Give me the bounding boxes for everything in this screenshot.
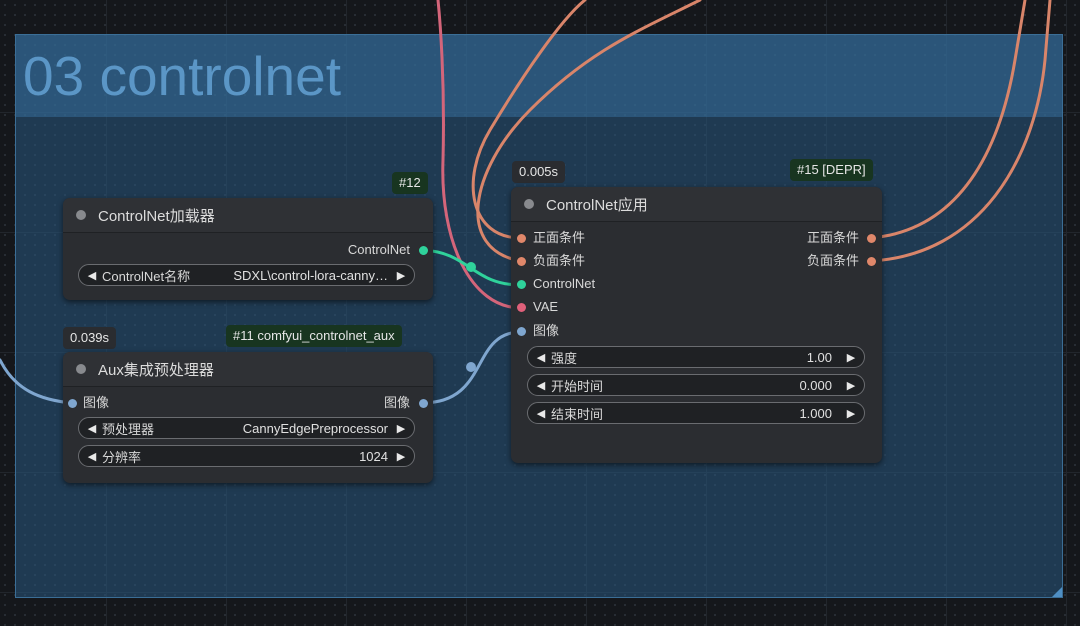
input-label-vae: VAE: [533, 299, 559, 314]
decrement-arrow-icon[interactable]: ◀: [85, 450, 99, 463]
collapse-dot-icon[interactable]: [524, 199, 534, 209]
input-slot-negative[interactable]: [517, 257, 526, 266]
node-id-badge: #15 [DEPR]: [790, 159, 873, 181]
node-title: ControlNet应用: [546, 196, 648, 214]
node-title: ControlNet加载器: [98, 207, 215, 225]
output-slot-controlnet[interactable]: [419, 246, 428, 255]
output-slot-negative[interactable]: [867, 257, 876, 266]
link-positive-out[interactable]: [869, 0, 1027, 240]
widget-value: CannyEdgePreprocessor: [242, 420, 388, 436]
input-label-positive: 正面条件: [533, 230, 586, 245]
decrement-arrow-icon[interactable]: ◀: [534, 379, 548, 392]
widget-value: 1.000: [799, 405, 832, 421]
controlnet-name-combo[interactable]: ◀ ControlNet名称 SDXL\control-lora-canny… …: [78, 264, 415, 286]
controlnet-apply-node[interactable]: ControlNet应用 正面条件 负面条件 ControlNet VAE 图像…: [511, 187, 882, 463]
increment-arrow-icon[interactable]: ▶: [844, 407, 858, 420]
link-negative-out[interactable]: [869, 0, 1052, 263]
output-label-image: 图像: [383, 395, 410, 410]
link-image-left[interactable]: [0, 358, 74, 405]
increment-arrow-icon[interactable]: ▶: [394, 450, 408, 463]
controlnet-loader-node[interactable]: ControlNet加载器 ControlNet ◀ ControlNet名称 …: [63, 198, 433, 300]
input-label-image: 图像: [533, 323, 560, 338]
link-midpoint-controlnet[interactable]: [466, 262, 476, 272]
output-label-negative: 负面条件: [806, 253, 859, 268]
decrement-arrow-icon[interactable]: ◀: [534, 351, 548, 364]
input-slot-vae[interactable]: [517, 303, 526, 312]
output-slot-positive[interactable]: [867, 234, 876, 243]
node-title-bar[interactable]: ControlNet加载器: [63, 198, 433, 233]
increment-arrow-icon[interactable]: ▶: [844, 351, 858, 364]
increment-arrow-icon[interactable]: ▶: [844, 379, 858, 392]
widget-label: 分辨率: [102, 449, 142, 465]
widget-label: ControlNet名称: [102, 268, 191, 284]
node-title-bar[interactable]: ControlNet应用: [511, 187, 882, 222]
decrement-arrow-icon[interactable]: ◀: [534, 407, 548, 420]
link-midpoint-image[interactable]: [466, 362, 476, 372]
execution-time-badge: 0.005s: [512, 161, 566, 183]
input-label-controlnet: ControlNet: [533, 276, 596, 291]
next-arrow-icon[interactable]: ▶: [394, 269, 408, 282]
start-percent-number[interactable]: ◀ 开始时间 0.000 ▶: [527, 374, 865, 396]
node-id-badge: #12: [392, 172, 428, 194]
node-id-badge: #11 comfyui_controlnet_aux: [226, 325, 402, 347]
widget-label: 预处理器: [102, 421, 155, 437]
widget-label: 结束时间: [551, 406, 604, 422]
widget-value: 0.000: [799, 377, 832, 393]
output-label-controlnet: ControlNet: [347, 242, 410, 257]
execution-time-badge: 0.039s: [63, 327, 117, 349]
input-slot-controlnet[interactable]: [517, 280, 526, 289]
collapse-dot-icon[interactable]: [76, 364, 86, 374]
node-title-bar[interactable]: Aux集成预处理器: [63, 352, 433, 387]
input-label-image: 图像: [83, 395, 110, 410]
collapse-dot-icon[interactable]: [76, 210, 86, 220]
prev-arrow-icon[interactable]: ◀: [85, 422, 99, 435]
next-arrow-icon[interactable]: ▶: [394, 422, 408, 435]
prev-arrow-icon[interactable]: ◀: [85, 269, 99, 282]
input-label-negative: 负面条件: [533, 253, 586, 268]
input-slot-image[interactable]: [517, 327, 526, 336]
widget-value: SDXL\control-lora-canny…: [233, 267, 388, 283]
resolution-number[interactable]: ◀ 分辨率 1024 ▶: [78, 445, 415, 467]
output-label-positive: 正面条件: [806, 230, 859, 245]
input-slot-positive[interactable]: [517, 234, 526, 243]
widget-value: 1.00: [806, 349, 832, 365]
strength-number[interactable]: ◀ 强度 1.00 ▶: [527, 346, 865, 368]
node-title: Aux集成预处理器: [98, 361, 214, 379]
widget-label: 强度: [551, 350, 578, 366]
input-slot-image[interactable]: [68, 399, 77, 408]
widget-value: 1024: [359, 448, 388, 464]
widget-label: 开始时间: [551, 378, 604, 394]
output-slot-image[interactable]: [419, 399, 428, 408]
preprocessor-combo[interactable]: ◀ 预处理器 CannyEdgePreprocessor ▶: [78, 417, 415, 439]
aux-preprocessor-node[interactable]: Aux集成预处理器 图像 图像 ◀ 预处理器 CannyEdgePreproce…: [63, 352, 433, 483]
end-percent-number[interactable]: ◀ 结束时间 1.000 ▶: [527, 402, 865, 424]
